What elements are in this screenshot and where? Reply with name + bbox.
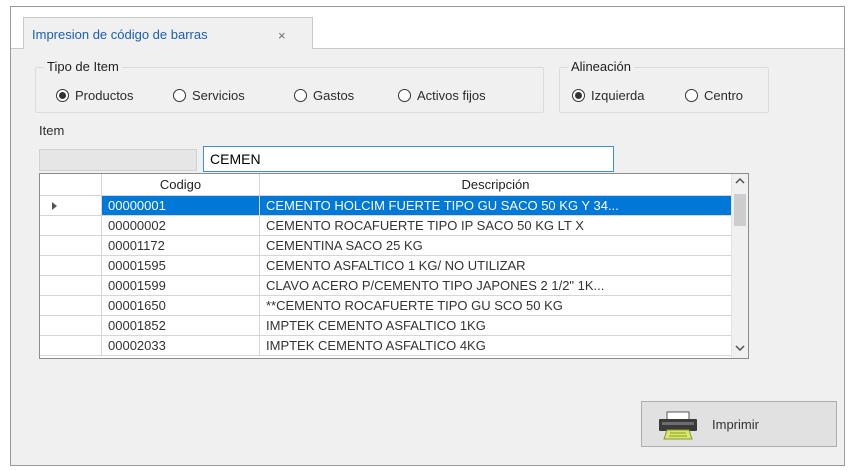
tab-close-icon[interactable]: × <box>278 28 286 43</box>
radio-gastos[interactable]: Gastos <box>294 86 354 104</box>
radio-unchecked-icon[interactable] <box>294 88 307 102</box>
table-row[interactable]: 00000002 CEMENTO ROCAFUERTE TIPO IP SACO… <box>40 216 732 236</box>
item-code-field <box>39 149 197 171</box>
tab-impresion[interactable]: Impresion de código de barras × <box>23 17 313 49</box>
dialog-frame: Impresion de código de barras × Tipo de … <box>10 6 845 466</box>
table-row[interactable]: 00000001 CEMENTO HOLCIM FUERTE TIPO GU S… <box>40 196 732 216</box>
table-row[interactable]: 00001172 CEMENTINA SACO 25 KG <box>40 236 732 256</box>
cell-descripcion[interactable]: CEMENTINA SACO 25 KG <box>260 236 732 256</box>
tab-strip: Impresion de código de barras × <box>11 7 844 49</box>
radio-label: Productos <box>75 87 134 103</box>
row-header[interactable] <box>40 276 102 296</box>
table-row[interactable]: 00001852 IMPTEK CEMENTO ASFALTICO 1KG <box>40 316 732 336</box>
column-header-codigo[interactable]: Codigo <box>102 174 260 196</box>
cell-codigo[interactable]: 00001599 <box>102 276 260 296</box>
alineacion-legend: Alineación <box>568 59 634 74</box>
cell-codigo[interactable]: 00000001 <box>102 196 260 216</box>
tipo-item-legend: Tipo de Item <box>44 59 122 74</box>
cell-codigo[interactable]: 00000002 <box>102 216 260 236</box>
row-header[interactable] <box>40 196 102 216</box>
radio-izquierda[interactable]: Izquierda <box>572 86 644 104</box>
cell-descripcion[interactable]: CEMENTO ASFALTICO 1 KG/ NO UTILIZAR <box>260 256 732 276</box>
row-header[interactable] <box>40 256 102 276</box>
cell-descripcion[interactable]: IMPTEK CEMENTO ASFALTICO 4KG <box>260 336 732 356</box>
radio-unchecked-icon[interactable] <box>685 88 698 102</box>
radio-label: Gastos <box>313 87 355 103</box>
row-header[interactable] <box>40 296 102 316</box>
alineacion-group: Alineación Izquierda Centro <box>559 59 769 113</box>
radio-label: Activos fijos <box>417 87 486 103</box>
radio-label: Servicios <box>192 87 245 103</box>
cell-descripcion[interactable]: CEMENTO HOLCIM FUERTE TIPO GU SACO 50 KG… <box>260 196 732 216</box>
row-header[interactable] <box>40 336 102 356</box>
item-label: Item <box>39 123 65 138</box>
scroll-up-icon[interactable] <box>732 174 748 191</box>
printer-icon <box>659 411 697 440</box>
table-row[interactable]: 00001599 CLAVO ACERO P/CEMENTO TIPO JAPO… <box>40 276 732 296</box>
current-row-arrow-icon <box>52 202 57 210</box>
tab-title: Impresion de código de barras <box>32 27 208 42</box>
table-row[interactable]: 00001595 CEMENTO ASFALTICO 1 KG/ NO UTIL… <box>40 256 732 276</box>
search-input[interactable] <box>203 146 614 172</box>
items-grid[interactable]: Codigo Descripción 00000001 CEMENTO HOLC… <box>39 173 749 359</box>
cell-descripcion[interactable]: IMPTEK CEMENTO ASFALTICO 1KG <box>260 316 732 336</box>
radio-activos-fijos[interactable]: Activos fijos <box>398 86 486 104</box>
print-button-label: Imprimir <box>712 417 759 432</box>
cell-codigo[interactable]: 00001650 <box>102 296 260 316</box>
radio-servicios[interactable]: Servicios <box>173 86 245 104</box>
radio-label: Izquierda <box>591 87 645 103</box>
cell-codigo[interactable]: 00001172 <box>102 236 260 256</box>
vertical-scrollbar[interactable] <box>731 174 748 358</box>
table-row[interactable]: 00002033 IMPTEK CEMENTO ASFALTICO 4KG <box>40 336 732 356</box>
row-header[interactable] <box>40 316 102 336</box>
cell-codigo[interactable]: 00001852 <box>102 316 260 336</box>
scroll-down-icon[interactable] <box>732 341 748 358</box>
radio-label: Centro <box>704 87 744 103</box>
row-header-corner <box>40 174 102 196</box>
print-button[interactable]: Imprimir <box>641 401 837 447</box>
row-header[interactable] <box>40 236 102 256</box>
column-header-descripcion[interactable]: Descripción <box>260 174 732 196</box>
row-header[interactable] <box>40 216 102 236</box>
scroll-thumb[interactable] <box>734 194 746 226</box>
radio-checked-icon[interactable] <box>56 88 69 102</box>
cell-codigo[interactable]: 00002033 <box>102 336 260 356</box>
radio-unchecked-icon[interactable] <box>173 88 186 102</box>
table-row[interactable]: 00001650 **CEMENTO ROCAFUERTE TIPO GU SC… <box>40 296 732 316</box>
cell-descripcion[interactable]: CEMENTO ROCAFUERTE TIPO IP SACO 50 KG LT… <box>260 216 732 236</box>
radio-productos[interactable]: Productos <box>56 86 134 104</box>
cell-descripcion[interactable]: **CEMENTO ROCAFUERTE TIPO GU SCO 50 KG <box>260 296 732 316</box>
radio-centro[interactable]: Centro <box>685 86 743 104</box>
tipo-item-group: Tipo de Item Productos Servicios Gastos … <box>35 59 544 113</box>
radio-checked-icon[interactable] <box>572 88 585 102</box>
cell-codigo[interactable]: 00001595 <box>102 256 260 276</box>
cell-descripcion[interactable]: CLAVO ACERO P/CEMENTO TIPO JAPONES 2 1/2… <box>260 276 732 296</box>
radio-unchecked-icon[interactable] <box>398 88 411 102</box>
